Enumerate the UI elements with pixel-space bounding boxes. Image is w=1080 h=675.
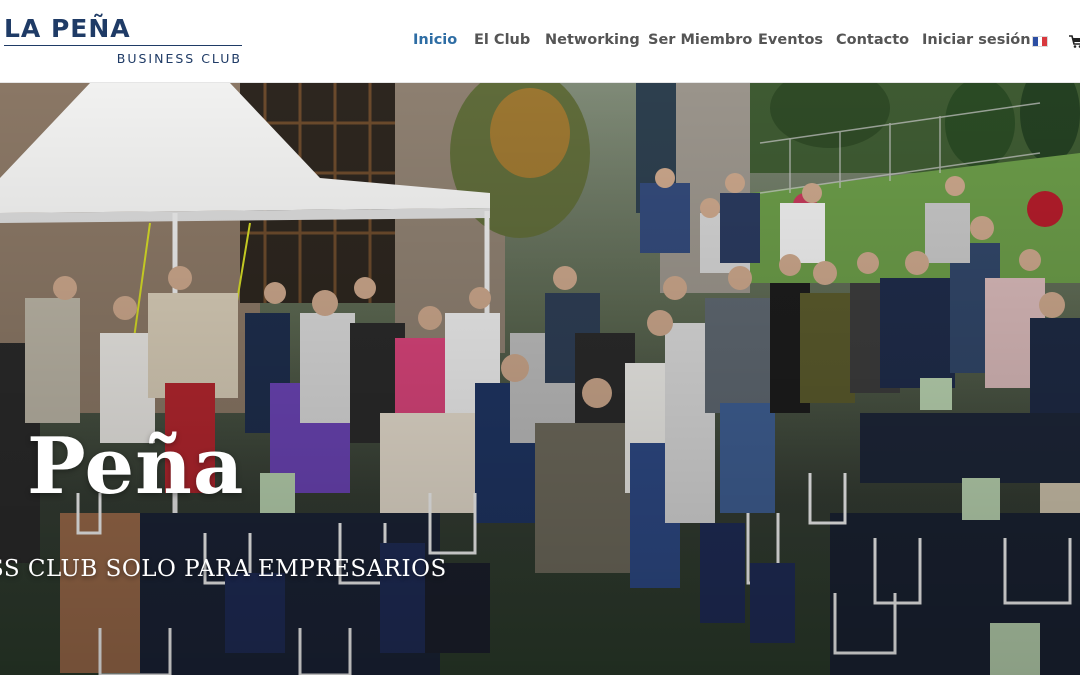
- nav-contacto[interactable]: Contacto: [836, 32, 909, 48]
- main-nav: Inicio El Club Networking Ser Miembro Ev…: [0, 0, 1080, 83]
- cart-icon[interactable]: [1069, 33, 1080, 49]
- hero-title: Peña: [27, 421, 245, 512]
- nav-ser-miembro[interactable]: Ser Miembro: [648, 32, 752, 48]
- nav-eventos[interactable]: Eventos: [758, 32, 823, 48]
- event-photo: [0, 83, 1080, 675]
- site-header: LA PEÑA BUSINESS CLUB Inicio El Club Net…: [0, 0, 1080, 83]
- nav-el-club[interactable]: El Club: [474, 32, 530, 48]
- nav-inicio[interactable]: Inicio: [413, 32, 457, 48]
- hero-subtitle: SS CLUB SOLO PARA EMPRESARIOS: [0, 556, 447, 582]
- nav-networking[interactable]: Networking: [545, 32, 640, 48]
- flag-fr-icon[interactable]: [1032, 36, 1048, 47]
- hero-section: Peña SS CLUB SOLO PARA EMPRESARIOS: [0, 83, 1080, 675]
- nav-iniciar-sesion[interactable]: Iniciar sesión: [922, 32, 1031, 48]
